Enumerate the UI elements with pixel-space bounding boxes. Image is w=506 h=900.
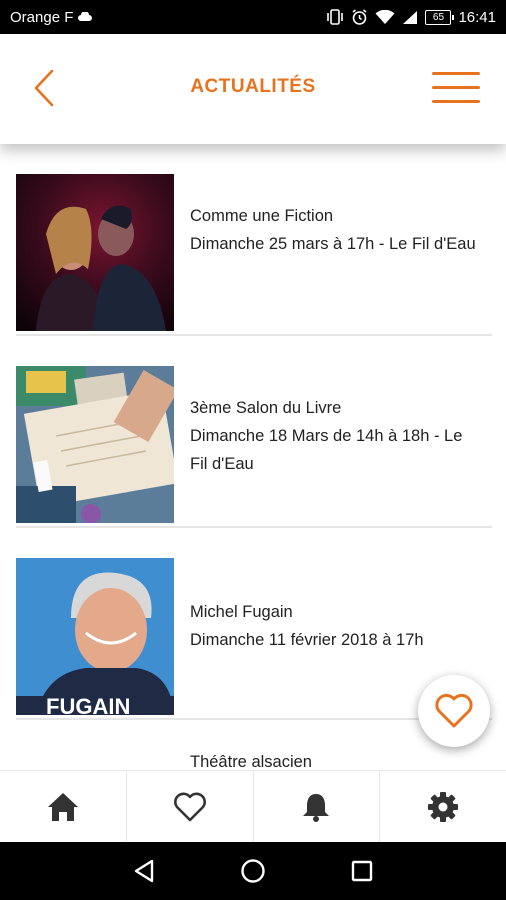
status-bar: Orange F 65 16:41 (0, 0, 506, 34)
home-icon (47, 792, 78, 821)
news-item[interactable]: Théâtre alsacien (16, 720, 492, 770)
bell-icon (303, 793, 330, 822)
nav-home-button[interactable] (0, 771, 127, 842)
carrier-name: Orange F (10, 8, 74, 26)
news-date: Dimanche 25 mars à 17h - Le Fil d'Eau (190, 235, 476, 253)
app-screen: Orange F 65 16:41 ACTUALITÉS Comme une F… (0, 0, 506, 900)
system-navigation-bar (0, 842, 506, 900)
page-title: ACTUALITÉS (190, 76, 316, 97)
heart-icon (173, 792, 206, 821)
news-title: Michel Fugain (190, 603, 293, 621)
triangle-back-icon (135, 859, 154, 883)
news-item[interactable]: Comme une Fiction Dimanche 25 mars à 17h… (16, 144, 492, 336)
hamburger-icon-bar (432, 72, 480, 75)
nav-favorites-button[interactable] (127, 771, 254, 842)
cloud-icon (77, 12, 93, 22)
system-home-button[interactable] (233, 851, 273, 891)
square-recents-icon (351, 860, 372, 882)
favorite-fab-button[interactable] (418, 675, 490, 747)
news-item[interactable]: FUGAIN Michel Fugain Dimanche 11 février… (16, 528, 492, 720)
news-title: Théâtre alsacien (190, 753, 312, 770)
news-title: 3ème Salon du Livre (190, 399, 342, 417)
clock: 16:41 (458, 8, 496, 26)
battery-level: 65 (425, 9, 455, 25)
nav-notifications-button[interactable] (254, 771, 381, 842)
nav-settings-button[interactable] (380, 771, 506, 842)
hamburger-icon-bar (432, 86, 480, 89)
system-back-button[interactable] (124, 851, 164, 891)
news-title: Comme une Fiction (190, 207, 334, 225)
heart-outline-icon (435, 693, 473, 728)
news-date: Dimanche 11 février 2018 à 17h (190, 631, 424, 649)
news-date: Dimanche 18 Mars de 14h à 18h - Le Fil d… (190, 427, 463, 473)
wifi-icon (375, 9, 395, 25)
vibrate-icon (326, 9, 344, 25)
thumbnail-caption: FUGAIN (46, 694, 130, 715)
news-thumbnail-book-signing (16, 366, 174, 523)
news-thumbnail-performers (16, 174, 174, 331)
alarm-icon (351, 8, 368, 26)
system-recents-button[interactable] (342, 851, 382, 891)
signal-icon (402, 10, 418, 25)
bottom-navigation (0, 770, 506, 842)
hamburger-icon-bar (432, 100, 480, 103)
circle-home-icon (241, 859, 265, 883)
gear-icon (428, 791, 459, 822)
app-header: ACTUALITÉS (0, 34, 506, 144)
menu-button[interactable] (432, 70, 482, 106)
news-thumbnail-singer-portrait: FUGAIN (16, 558, 174, 715)
news-item[interactable]: 3ème Salon du Livre Dimanche 18 Mars de … (16, 336, 492, 528)
news-list: Comme une Fiction Dimanche 25 mars à 17h… (0, 144, 506, 770)
